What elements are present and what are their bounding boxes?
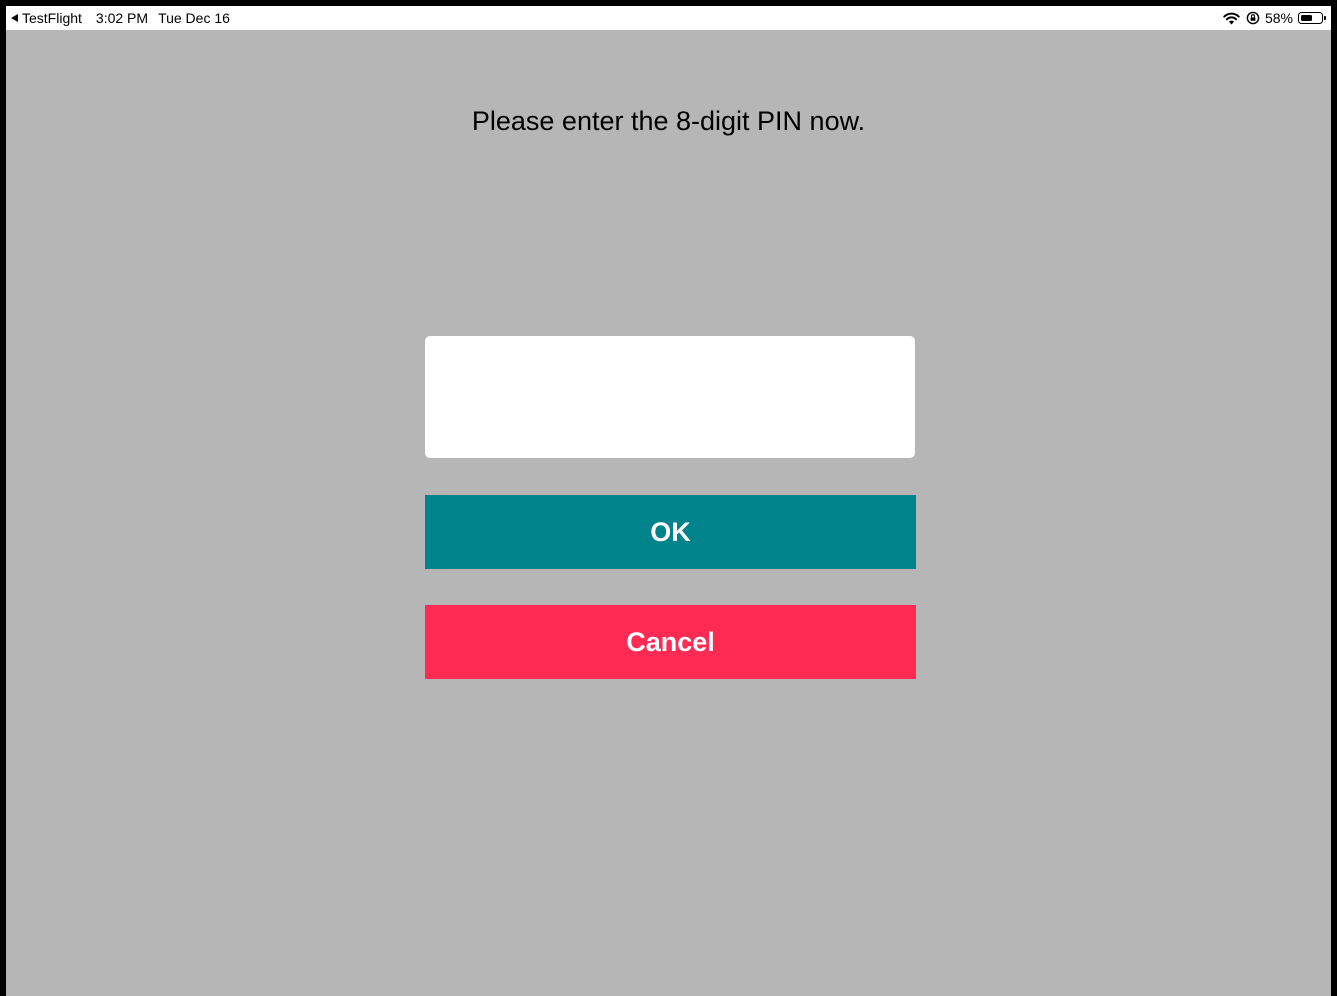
ok-button[interactable]: OK [425, 495, 916, 569]
app-screen: TestFlight 3:02 PM Tue Dec 16 58% Please… [6, 6, 1331, 996]
back-arrow-icon[interactable] [11, 14, 18, 22]
wifi-icon [1223, 12, 1240, 25]
status-date: Tue Dec 16 [158, 10, 230, 26]
status-bar: TestFlight 3:02 PM Tue Dec 16 58% [6, 6, 1331, 30]
battery-fill [1300, 14, 1312, 21]
back-app-link[interactable]: TestFlight [22, 10, 82, 26]
status-time: 3:02 PM [95, 10, 149, 26]
status-bar-left: TestFlight 3:02 PM Tue Dec 16 [11, 9, 230, 27]
pin-input[interactable] [425, 336, 915, 458]
battery-icon [1298, 12, 1326, 24]
orientation-lock-icon [1246, 11, 1260, 25]
pin-prompt: Please enter the 8-digit PIN now. [471, 106, 866, 136]
cancel-button[interactable]: Cancel [425, 605, 916, 679]
battery-percent: 58% [1264, 10, 1293, 26]
status-bar-right: 58% [1223, 9, 1326, 27]
battery-nub [1324, 16, 1326, 20]
